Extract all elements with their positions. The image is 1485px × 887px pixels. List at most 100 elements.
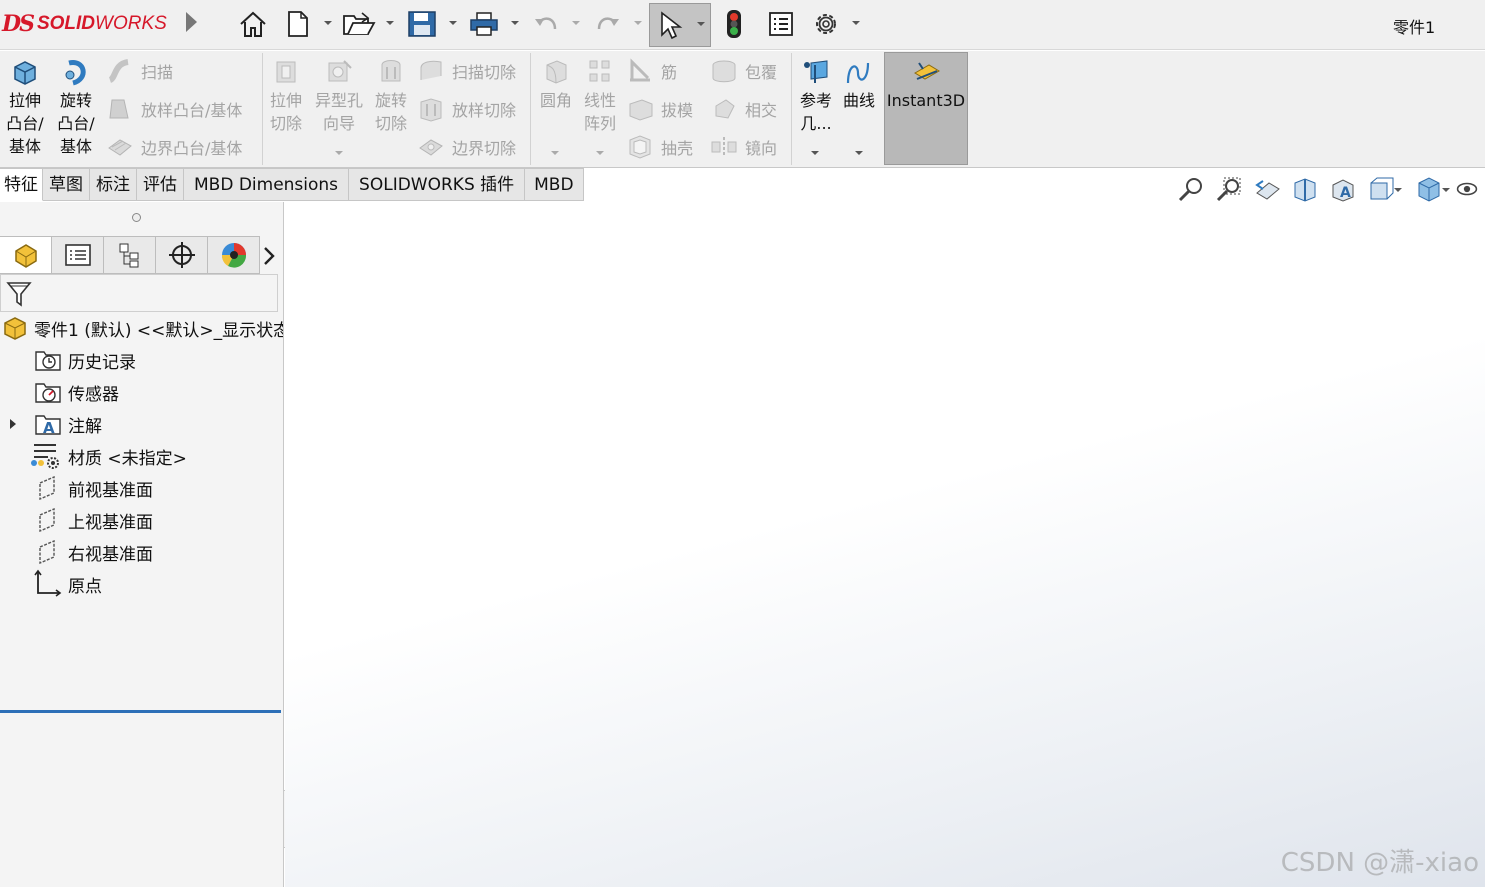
- filter-icon[interactable]: [6, 280, 32, 308]
- tab-markup[interactable]: 标注: [90, 168, 137, 201]
- mirror-button[interactable]: 镜向: [710, 135, 777, 159]
- undo-icon[interactable]: [532, 6, 560, 42]
- home-icon[interactable]: [236, 6, 270, 42]
- fillet-dropdown-icon[interactable]: [551, 151, 559, 155]
- property-manager-icon[interactable]: [52, 236, 104, 274]
- rebuild-traffic-light-icon[interactable]: [720, 6, 748, 42]
- intersect-button[interactable]: 相交: [710, 97, 777, 121]
- wrap-button[interactable]: 包覆: [710, 59, 777, 83]
- sweep-button[interactable]: 扫描: [106, 59, 173, 83]
- expand-arrow-icon[interactable]: [8, 417, 34, 431]
- select-button[interactable]: [649, 3, 711, 47]
- ds-logo-mark: DS: [2, 11, 35, 37]
- reference-geometry-button[interactable]: 参考 几...: [796, 57, 836, 135]
- display-style-icon[interactable]: [1410, 172, 1450, 206]
- options-dropdown-icon[interactable]: [852, 21, 860, 25]
- section-view-icon[interactable]: [1286, 172, 1324, 206]
- tree-filter-bar[interactable]: [0, 274, 278, 312]
- draft-button[interactable]: 拔模: [626, 97, 693, 121]
- loft-boss-button[interactable]: 放样凸台/基体: [106, 97, 242, 121]
- rib-button[interactable]: 筋: [626, 58, 677, 83]
- dimxpert-manager-icon[interactable]: [156, 236, 208, 274]
- tab-features[interactable]: 特征: [0, 168, 43, 201]
- curves-button[interactable]: 曲线: [840, 57, 878, 112]
- tab-evaluate[interactable]: 评估: [137, 168, 184, 201]
- panel-collapse-handle[interactable]: [132, 213, 141, 222]
- tree-item-sensors[interactable]: 传感器: [34, 377, 119, 407]
- extrude-boss-button[interactable]: 拉伸 凸台/ 基体: [2, 57, 48, 158]
- feature-manager-icon[interactable]: [0, 236, 52, 274]
- redo-icon[interactable]: [594, 6, 622, 42]
- open-dropdown-icon[interactable]: [386, 21, 394, 25]
- zoom-to-area-icon[interactable]: [1210, 172, 1248, 206]
- previous-view-icon[interactable]: [1248, 172, 1286, 206]
- loft-cut-button[interactable]: 放样切除: [417, 97, 517, 122]
- panel-tabs: [0, 236, 260, 274]
- zoom-to-fit-icon[interactable]: [1172, 172, 1210, 206]
- material-icon: [30, 441, 62, 471]
- boundary-boss-icon: [108, 139, 132, 156]
- hole-wizard-dropdown-icon[interactable]: [335, 151, 343, 155]
- boundary-boss-button[interactable]: 边界凸台/基体: [106, 135, 242, 159]
- instant3d-button[interactable]: Instant3D: [884, 52, 968, 165]
- graphics-viewport[interactable]: CSDN @潇-xiao: [285, 202, 1485, 887]
- menu-expand-arrow-icon[interactable]: [186, 12, 197, 32]
- tab-solidworks-addins[interactable]: SOLIDWORKS 插件: [349, 168, 526, 201]
- shell-icon: [629, 135, 651, 159]
- sweep-cut-button[interactable]: 扫描切除: [417, 59, 516, 83]
- feature-ribbon: 拉伸 凸台/ 基体 旋转 凸台/ 基体 扫描 放样凸台/基体 边界凸台/基体 拉…: [0, 51, 1485, 168]
- ribbon-separator: [530, 53, 531, 165]
- save-dropdown-icon[interactable]: [449, 21, 457, 25]
- loft-cut-label: 放样切除: [452, 101, 517, 120]
- extrude-cut-button[interactable]: 拉伸 切除: [266, 57, 306, 135]
- panel-tabs-more-icon[interactable]: [262, 246, 276, 272]
- redo-dropdown-icon[interactable]: [634, 21, 642, 25]
- draft-label: 拔模: [661, 101, 694, 120]
- tree-item-origin[interactable]: 原点: [32, 569, 102, 599]
- reference-geometry-dropdown-icon[interactable]: [811, 151, 819, 155]
- command-manager-tabs: 特征 草图 标注 评估 MBD Dimensions SOLIDWORKS 插件…: [0, 168, 584, 202]
- ribbon-separator: [791, 53, 792, 165]
- tree-item-material[interactable]: 材质 <未指定>: [30, 441, 187, 471]
- display-style-dropdown-icon[interactable]: [1442, 188, 1450, 192]
- hole-wizard-button[interactable]: 异型孔 向导: [310, 57, 368, 135]
- curves-dropdown-icon[interactable]: [855, 151, 863, 155]
- revolve-boss-button[interactable]: 旋转 凸台/ 基体: [53, 57, 99, 158]
- loft-boss-label: 放样凸台/基体: [141, 101, 243, 120]
- undo-dropdown-icon[interactable]: [572, 21, 580, 25]
- print-icon[interactable]: [466, 6, 502, 42]
- hide-show-icon[interactable]: [1456, 172, 1478, 206]
- save-icon[interactable]: [405, 6, 439, 42]
- tree-item-annotations[interactable]: A 注解: [8, 409, 102, 439]
- shell-button[interactable]: 抽壳: [626, 135, 693, 159]
- linear-pattern-button[interactable]: 线性 阵列: [580, 57, 620, 135]
- linear-pattern-label: 线性 阵列: [583, 91, 616, 133]
- tree-item-top-plane[interactable]: 上视基准面: [36, 505, 153, 535]
- tree-item-right-plane[interactable]: 右视基准面: [36, 537, 153, 567]
- select-dropdown-icon[interactable]: [697, 22, 705, 26]
- svg-text:A: A: [1340, 185, 1351, 201]
- dynamic-annotation-icon[interactable]: A: [1324, 172, 1362, 206]
- revolve-cut-button[interactable]: 旋转 切除: [371, 57, 411, 135]
- mirror-label: 镜向: [745, 139, 778, 158]
- configuration-manager-icon[interactable]: [104, 236, 156, 274]
- new-document-icon[interactable]: [284, 6, 312, 42]
- open-icon[interactable]: [340, 6, 378, 42]
- view-orientation-icon[interactable]: [1362, 172, 1402, 206]
- rollback-bar[interactable]: [0, 710, 281, 713]
- linear-pattern-dropdown-icon[interactable]: [596, 151, 604, 155]
- tree-item-front-plane[interactable]: 前视基准面: [36, 473, 153, 503]
- display-manager-icon[interactable]: [208, 236, 260, 274]
- fillet-button[interactable]: 圆角: [536, 57, 576, 112]
- tab-mbd[interactable]: MBD: [525, 168, 584, 201]
- tab-mbd-dimensions[interactable]: MBD Dimensions: [184, 168, 350, 201]
- view-orientation-dropdown-icon[interactable]: [1394, 188, 1402, 192]
- tree-root-part[interactable]: 零件1 (默认) <<默认>_显示状态: [2, 313, 283, 343]
- file-properties-icon[interactable]: [764, 6, 798, 42]
- tree-item-history[interactable]: 历史记录: [34, 345, 136, 375]
- boundary-cut-button[interactable]: 边界切除: [417, 135, 516, 159]
- tab-sketch[interactable]: 草图: [43, 168, 90, 201]
- print-dropdown-icon[interactable]: [511, 21, 519, 25]
- options-gear-icon[interactable]: [808, 6, 844, 42]
- new-dropdown-icon[interactable]: [324, 21, 332, 25]
